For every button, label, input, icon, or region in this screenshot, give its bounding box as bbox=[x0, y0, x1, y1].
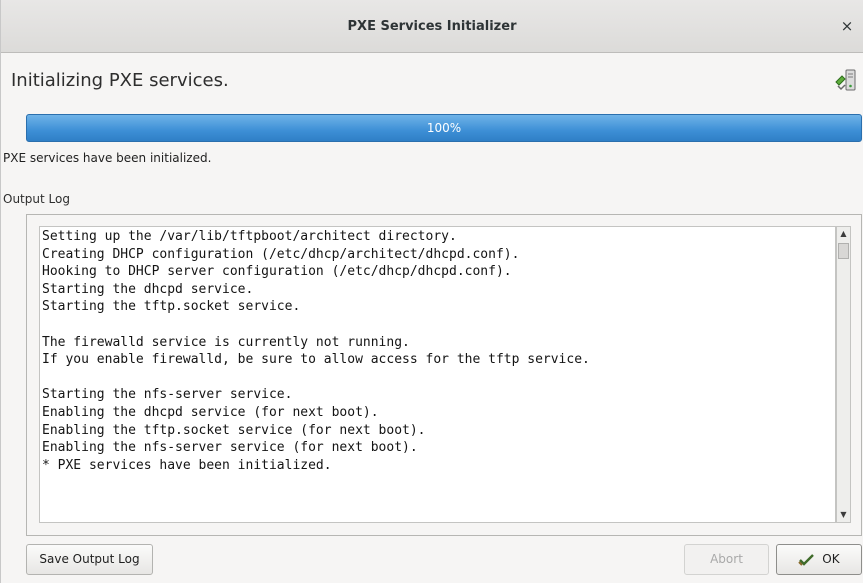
log-line: Setting up the /var/lib/tftpboot/archite… bbox=[42, 229, 457, 244]
log-line: If you enable firewalld, be sure to allo… bbox=[42, 352, 590, 368]
ok-button[interactable]: OK bbox=[776, 544, 862, 575]
status-message: PXE services have been initialized. bbox=[3, 151, 212, 165]
log-line: Enabling the dhcpd service (for next boo… bbox=[42, 404, 379, 420]
log-line: * PXE services have been initialized. bbox=[42, 457, 332, 473]
title-bar[interactable]: PXE Services Initializer × bbox=[1, 0, 863, 53]
checkmark-icon bbox=[798, 553, 815, 566]
log-line: Starting the nfs-server service. bbox=[42, 387, 293, 403]
progress-bar: 100% bbox=[26, 114, 862, 142]
log-line: Enabling the nfs-server service (for nex… bbox=[42, 440, 418, 456]
close-icon[interactable]: × bbox=[837, 16, 857, 36]
log-line: Starting the tftp.socket service. bbox=[42, 299, 301, 315]
progress-label: 100% bbox=[426, 121, 462, 135]
scroll-down-arrow-icon[interactable]: ▼ bbox=[837, 508, 850, 522]
log-scrollbar[interactable]: ▲ ▼ bbox=[836, 226, 851, 523]
window-title: PXE Services Initializer bbox=[347, 19, 517, 34]
log-line: Creating DHCP configuration (/etc/dhcp/a… bbox=[42, 246, 520, 262]
log-line: Hooking to DHCP server configuration (/e… bbox=[42, 264, 512, 280]
output-log-frame: Setting up the /var/lib/tftpboot/archite… bbox=[26, 214, 862, 536]
pxe-initializer-dialog: PXE Services Initializer × Initializing … bbox=[0, 0, 863, 583]
abort-button[interactable]: Abort bbox=[684, 544, 769, 575]
log-line: The firewalld service is currently not r… bbox=[42, 334, 410, 350]
log-line: Starting the dhcpd service. bbox=[42, 281, 254, 297]
output-log-label: Output Log bbox=[3, 192, 70, 206]
page-title: Initializing PXE services. bbox=[11, 70, 229, 91]
scroll-thumb[interactable] bbox=[838, 243, 849, 259]
ok-button-label: OK bbox=[822, 552, 840, 566]
output-log-lines: Setting up the /var/lib/tftpboot/archite… bbox=[40, 227, 835, 474]
output-log-textarea[interactable]: Setting up the /var/lib/tftpboot/archite… bbox=[39, 226, 836, 523]
save-output-log-button[interactable]: Save Output Log bbox=[26, 544, 153, 575]
server-config-icon bbox=[835, 69, 856, 91]
log-line: Enabling the tftp.socket service (for ne… bbox=[42, 422, 426, 438]
scroll-up-arrow-icon[interactable]: ▲ bbox=[837, 227, 850, 241]
